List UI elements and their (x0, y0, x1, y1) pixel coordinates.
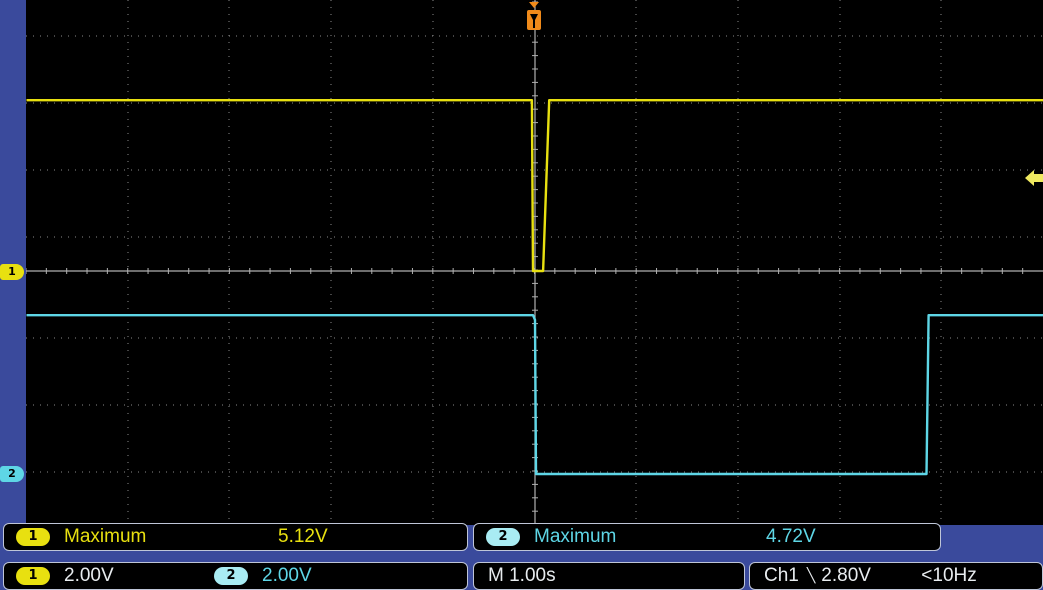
ch1-ground-marker[interactable]: 1 (0, 264, 24, 280)
ch1-scale-badge: 1 (16, 567, 50, 585)
falling-edge-icon: ╲ (806, 568, 816, 584)
trigger-level-arrow-icon[interactable] (1025, 168, 1043, 188)
timebase-value: M 1.00s (488, 565, 556, 586)
trigger-panel[interactable]: Ch1 ╲ 2.80V <10Hz (749, 562, 1043, 590)
ch2-ground-marker[interactable]: 2 (0, 466, 24, 482)
ch2-volts-per-div: 2.00V (262, 565, 312, 586)
vertical-scale-panel[interactable]: 1 2.00V 2 2.00V (3, 562, 468, 590)
trigger-frequency: <10Hz (921, 565, 977, 586)
ch2-badge: 2 (486, 528, 520, 546)
measurement-ch1-value: 5.12V (278, 526, 328, 547)
measurement-ch2-label: Maximum (534, 526, 617, 547)
oscilloscope-screen: 1 2 1 Maximum 5.12V 2 Maximum 4.72V 1 2.… (0, 0, 1043, 590)
ch1-badge: 1 (16, 528, 50, 546)
timebase-panel[interactable]: M 1.00s (473, 562, 745, 590)
trigger-source: Ch1 (764, 565, 799, 586)
measurement-ch2-panel[interactable]: 2 Maximum 4.72V (473, 523, 941, 551)
waveform-display (26, 0, 1043, 525)
measurement-ch1-panel[interactable]: 1 Maximum 5.12V (3, 523, 468, 551)
trigger-level: 2.80V (821, 565, 871, 586)
ch1-volts-per-div: 2.00V (64, 565, 114, 586)
waveform-plot (26, 0, 1043, 525)
measurement-ch1-label: Maximum (64, 526, 147, 547)
trigger-position-icon[interactable] (526, 2, 542, 32)
ch2-scale-badge: 2 (214, 567, 248, 585)
measurement-ch2-value: 4.72V (766, 526, 816, 547)
